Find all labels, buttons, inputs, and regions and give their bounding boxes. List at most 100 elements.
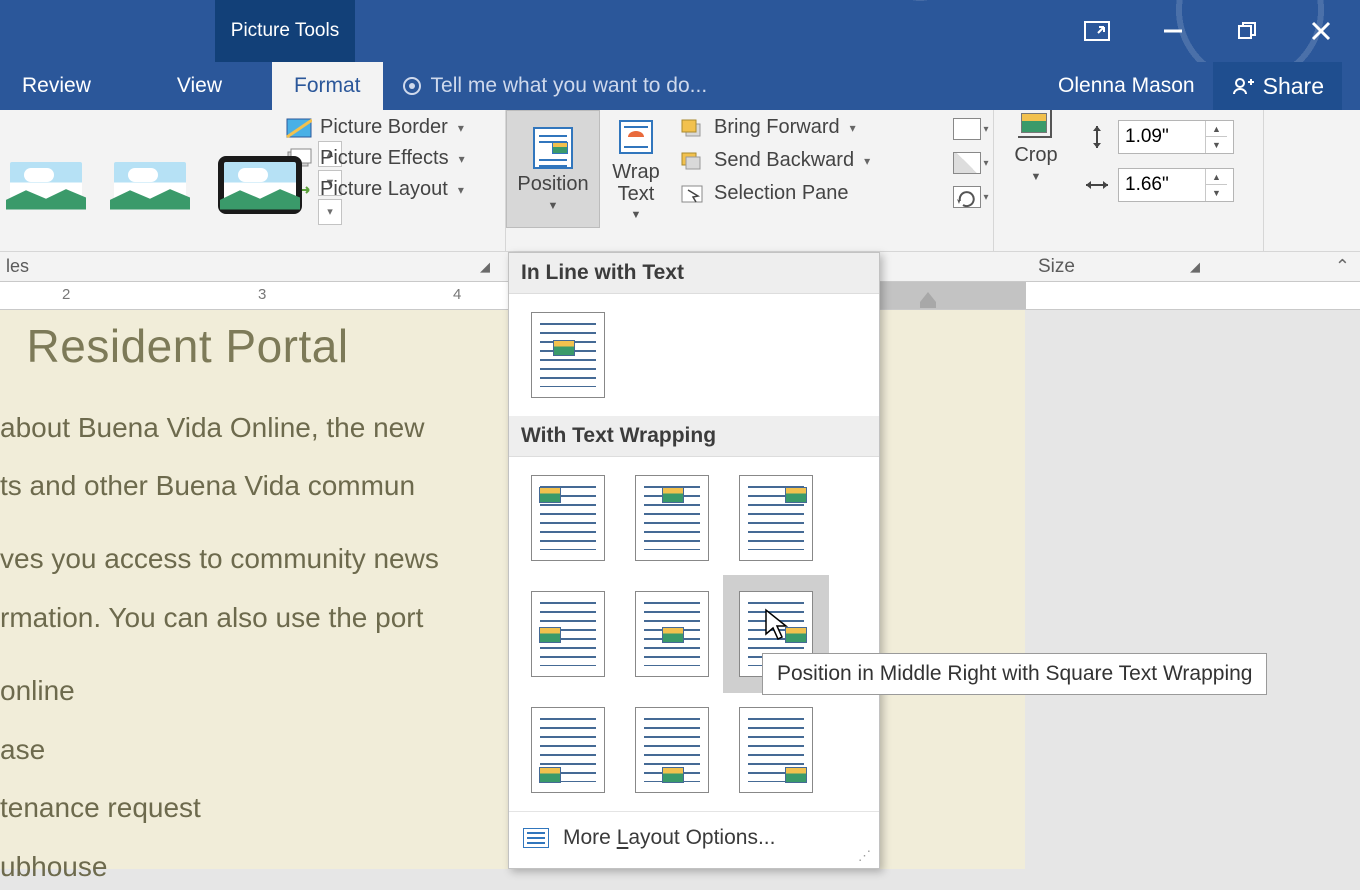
height-field[interactable]	[1119, 126, 1205, 148]
restore-icon[interactable]	[1236, 20, 1258, 42]
doc-line-1a: about Buena Vida Online, the new	[0, 406, 424, 451]
height-row: ▲▼	[1084, 120, 1252, 154]
position-section-wrap: With Text Wrapping	[509, 416, 879, 457]
position-dropdown: In Line with Text With Text Wrapping Mor…	[508, 252, 880, 869]
chevron-down-icon: ▼	[548, 200, 559, 212]
position-inline-with-text[interactable]	[531, 312, 605, 398]
share-icon	[1231, 74, 1255, 98]
picture-style-1[interactable]	[0, 149, 92, 221]
share-button[interactable]: Share	[1213, 62, 1342, 110]
chevron-down-icon: ▾	[458, 183, 464, 197]
send-backward-button[interactable]: Send Backward ▾	[680, 149, 936, 172]
position-middle-center[interactable]	[635, 591, 709, 677]
wrap-text-button[interactable]: Wrap Text ▼	[600, 110, 672, 228]
chevron-down-icon[interactable]: ▼	[1031, 171, 1042, 183]
title-bar: Picture Tools	[0, 0, 1360, 62]
bring-forward-label: Bring Forward	[714, 116, 840, 139]
position-bottom-right[interactable]	[739, 707, 813, 793]
picture-border-label: Picture Border	[320, 116, 448, 139]
ribbon: ▲ ▼ ▾ Picture Border ▾ Picture Effects ▾	[0, 110, 1360, 252]
width-icon	[1084, 172, 1110, 198]
chevron-down-icon: ▾	[983, 158, 988, 169]
picture-styles-gallery[interactable]	[0, 141, 314, 221]
position-wrap-grid	[509, 457, 879, 811]
size-launcher-icon[interactable]: ◢	[1190, 259, 1200, 275]
crop-button[interactable]: Crop	[1014, 144, 1057, 167]
height-down-icon[interactable]: ▼	[1205, 137, 1227, 153]
ruler-mark-2: 2	[62, 286, 70, 303]
picture-style-2[interactable]	[104, 149, 196, 221]
crop-group: Crop ▼	[994, 110, 1078, 251]
width-input[interactable]: ▲▼	[1118, 168, 1234, 202]
chevron-down-icon: ▼	[631, 209, 642, 221]
group-button[interactable]	[953, 152, 981, 174]
wrap-text-group: Wrap Text ▼	[600, 110, 672, 251]
width-field[interactable]	[1119, 174, 1205, 196]
send-backward-label: Send Backward	[714, 149, 854, 172]
wrap-text-label: Wrap Text	[612, 161, 659, 205]
position-group: Position ▼	[506, 110, 600, 251]
picture-format-options: Picture Border ▾ Picture Effects ▾ Pictu…	[280, 110, 506, 251]
position-inline-grid	[509, 294, 879, 416]
chevron-down-icon: ▾	[983, 192, 988, 203]
picture-layout-label: Picture Layout	[320, 178, 448, 201]
position-button[interactable]: Position ▼	[506, 110, 600, 228]
selection-pane-icon	[680, 184, 704, 204]
ruler-mark-3: 3	[258, 286, 266, 303]
user-name[interactable]: Olenna Mason	[1058, 74, 1195, 98]
height-input[interactable]: ▲▼	[1118, 120, 1234, 154]
chevron-down-icon: ▾	[459, 152, 465, 166]
tab-format[interactable]: Format	[272, 62, 383, 110]
close-icon[interactable]	[1310, 20, 1332, 42]
picture-styles-group: ▲ ▼ ▾	[0, 110, 280, 251]
collapse-ribbon-icon[interactable]: ⌃	[1335, 256, 1350, 277]
chevron-down-icon: ▾	[983, 124, 988, 135]
position-bottom-center[interactable]	[635, 707, 709, 793]
height-up-icon[interactable]: ▲	[1205, 121, 1227, 137]
wrap-text-icon	[616, 117, 656, 157]
picture-border-icon	[286, 117, 312, 139]
picture-border-button[interactable]: Picture Border ▾	[286, 116, 502, 139]
styles-launcher-icon[interactable]: ◢	[480, 259, 490, 275]
contextual-tab-picture-tools: Picture Tools	[215, 0, 355, 62]
ribbon-display-options-icon[interactable]	[1084, 21, 1110, 41]
ribbon-tabs: Review View Format Tell me what you want…	[0, 62, 1360, 110]
selection-pane-button[interactable]: Selection Pane	[680, 182, 936, 205]
ruler-mark-4: 4	[453, 286, 461, 303]
right-gutter	[1025, 310, 1360, 869]
rotate-button[interactable]	[953, 186, 981, 208]
layout-options-icon	[523, 828, 549, 848]
position-bottom-left[interactable]	[531, 707, 605, 793]
bring-forward-button[interactable]: Bring Forward ▾	[680, 116, 936, 139]
tab-view[interactable]: View	[155, 62, 244, 110]
picture-effects-label: Picture Effects	[320, 147, 449, 170]
position-top-center[interactable]	[635, 475, 709, 561]
lightbulb-icon	[403, 77, 421, 95]
styles-caption-fragment: les	[0, 256, 29, 277]
position-top-left[interactable]	[531, 475, 605, 561]
arrange-group: Bring Forward ▾ Send Backward ▾ Selectio…	[672, 110, 948, 251]
size-caption: Size	[1038, 256, 1075, 278]
arrange-aux: ▾ ▾ ▾	[948, 110, 994, 251]
size-group: ▲▼ ▲▼	[1078, 110, 1264, 251]
position-middle-left[interactable]	[531, 591, 605, 677]
position-label: Position	[517, 173, 588, 196]
position-top-right[interactable]	[739, 475, 813, 561]
picture-effects-button[interactable]: Picture Effects ▾	[286, 147, 502, 170]
height-icon	[1084, 124, 1110, 150]
width-up-icon[interactable]: ▲	[1205, 169, 1227, 185]
tell-me-search[interactable]: Tell me what you want to do...	[403, 62, 708, 110]
chevron-down-icon: ▾	[864, 154, 870, 168]
position-section-inline: In Line with Text	[509, 253, 879, 294]
more-layout-options[interactable]: More Layout Options... ⋰	[509, 811, 879, 868]
more-layout-label: More Layout Options...	[563, 826, 775, 850]
indent-marker-icon[interactable]	[920, 292, 936, 302]
picture-layout-button[interactable]: Picture Layout ▾	[286, 178, 502, 201]
width-down-icon[interactable]: ▼	[1205, 185, 1227, 201]
tab-review[interactable]: Review	[0, 62, 113, 110]
window-controls	[1084, 0, 1360, 62]
align-button[interactable]	[953, 118, 981, 140]
crop-icon	[1018, 110, 1054, 140]
account-area: Olenna Mason Share	[1058, 62, 1360, 110]
minimize-icon[interactable]	[1162, 20, 1184, 42]
